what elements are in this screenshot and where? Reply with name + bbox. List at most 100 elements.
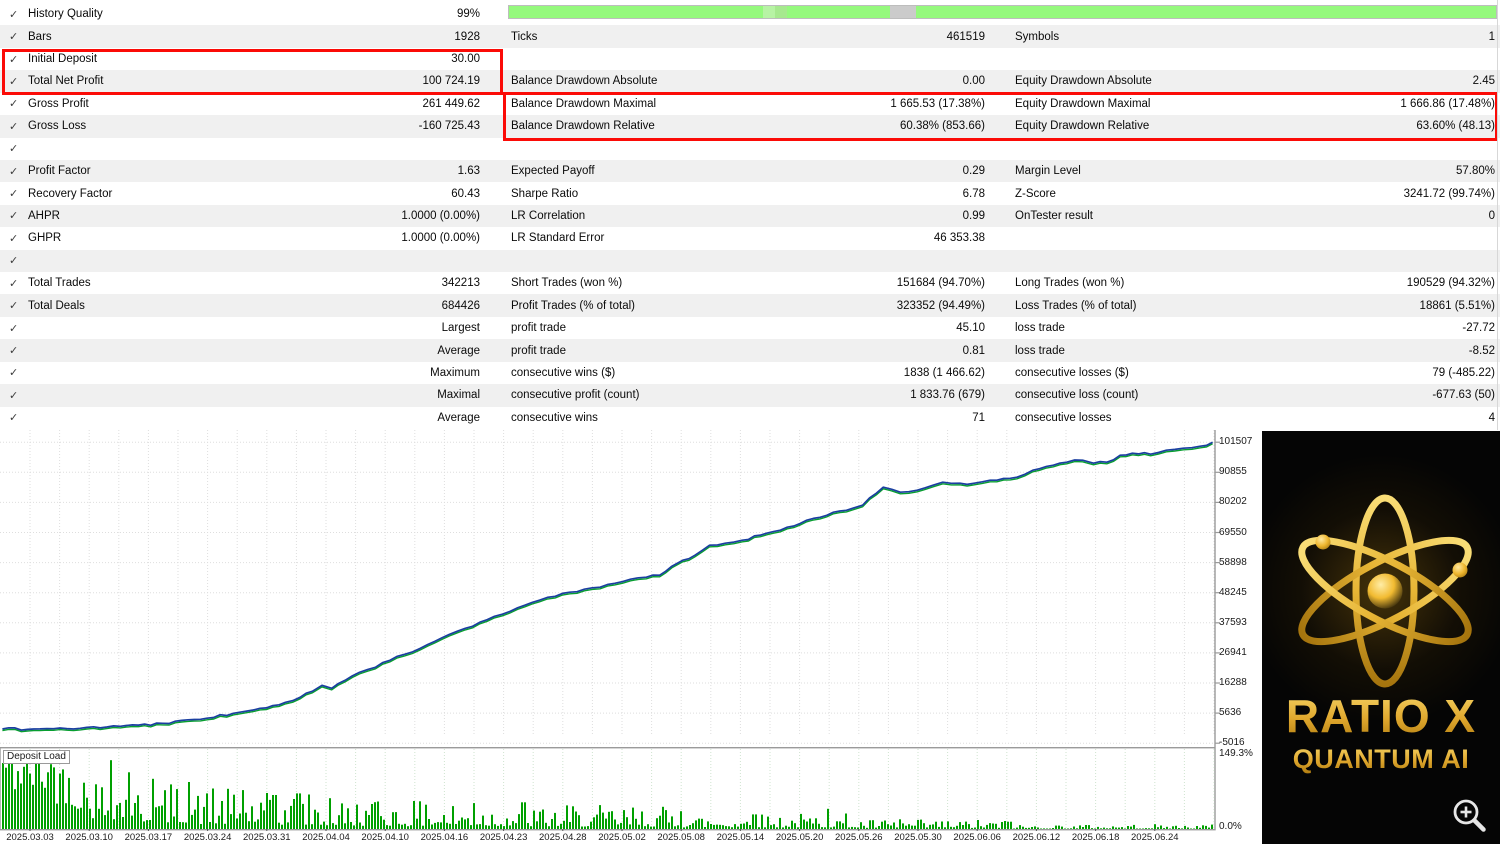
- deposit-load-bar: [818, 824, 820, 829]
- deposit-load-bar: [1172, 826, 1174, 829]
- stat-label: OnTester result: [1015, 205, 1093, 227]
- deposit-load-bar: [665, 810, 667, 829]
- deposit-load-bar: [242, 790, 244, 829]
- deposit-load-bar: [977, 820, 979, 829]
- deposit-load-bar: [89, 809, 91, 829]
- row-checkbox[interactable]: ✓: [9, 407, 18, 429]
- deposit-load-bar: [98, 809, 100, 829]
- deposit-load-bar: [746, 822, 748, 829]
- deposit-load-bar: [806, 822, 808, 830]
- deposit-load-bar: [1076, 828, 1078, 829]
- deposit-load-bar: [485, 825, 487, 829]
- deposit-load-bar: [617, 824, 619, 829]
- row-checkbox[interactable]: ✓: [9, 317, 18, 339]
- row-checkbox[interactable]: ✓: [9, 182, 18, 204]
- deposit-load-bar: [824, 827, 826, 829]
- deposit-load-bar: [809, 819, 811, 830]
- deposit-load-bar: [632, 808, 634, 829]
- deposit-load-bar: [215, 823, 217, 829]
- progress-segment: [916, 6, 1496, 18]
- row-checkbox[interactable]: ✓: [9, 227, 18, 249]
- row-checkbox[interactable]: ✓: [9, 138, 18, 160]
- row-checkbox[interactable]: ✓: [9, 115, 18, 137]
- deposit-load-bar: [515, 823, 517, 829]
- deposit-load-bar: [467, 818, 469, 829]
- chart-date-label: 2025.06.12: [1013, 832, 1061, 843]
- deposit-max-label: 149.3%: [1219, 748, 1253, 759]
- deposit-load-bar: [926, 827, 928, 829]
- stat-label: loss trade: [1015, 317, 1065, 339]
- row-checkbox[interactable]: ✓: [9, 160, 18, 182]
- row-checkbox[interactable]: ✓: [9, 250, 18, 272]
- atom-logo: RATIO X QUANTUM AI: [1262, 431, 1500, 844]
- deposit-load-bar: [575, 812, 577, 830]
- deposit-load-bar: [554, 813, 556, 829]
- deposit-load-bar: [53, 767, 55, 829]
- deposit-load-bar: [1106, 828, 1108, 829]
- deposit-load-panel: [0, 747, 1262, 831]
- stats-row: ✓Bars1928Ticks461519Symbols1: [0, 25, 1500, 47]
- stat-label: Expected Payoff: [511, 160, 595, 182]
- row-checkbox[interactable]: ✓: [9, 3, 18, 25]
- logo-title: RATIO X: [1286, 690, 1476, 742]
- deposit-load-bar: [92, 818, 94, 829]
- row-checkbox[interactable]: ✓: [9, 25, 18, 47]
- deposit-load-bar: [1193, 829, 1195, 830]
- deposit-load-bar: [83, 783, 85, 829]
- zoom-in-icon[interactable]: [1455, 801, 1484, 830]
- row-checkbox[interactable]: ✓: [9, 294, 18, 316]
- row-checkbox[interactable]: ✓: [9, 70, 18, 92]
- deposit-load-bar: [428, 819, 430, 829]
- deposit-load-bar: [749, 825, 751, 829]
- deposit-load-bar: [458, 821, 460, 829]
- deposit-load-bar: [1187, 828, 1189, 830]
- deposit-load-bar: [890, 826, 892, 830]
- deposit-load-bar: [239, 814, 241, 830]
- row-checkbox[interactable]: ✓: [9, 205, 18, 227]
- deposit-load-bar: [524, 802, 526, 829]
- deposit-load-bar: [785, 826, 787, 829]
- row-checkbox[interactable]: ✓: [9, 93, 18, 115]
- stats-row: ✓Largestprofit trade45.10loss trade-27.7…: [0, 317, 1500, 339]
- deposit-load-bar: [863, 826, 865, 829]
- stats-table: ✓History Quality99%✓Bars1928Ticks461519S…: [0, 0, 1500, 430]
- balance-chart-canvas: [0, 430, 1262, 747]
- deposit-load-bar: [857, 828, 859, 830]
- stat-label: Profit Trades (% of total): [511, 294, 635, 316]
- deposit-load-bar: [146, 820, 148, 829]
- stat-label: Balance Drawdown Maximal: [511, 93, 656, 115]
- deposit-load-bar: [35, 757, 37, 830]
- stats-row: ✓: [0, 138, 1500, 160]
- row-checkbox[interactable]: ✓: [9, 272, 18, 294]
- deposit-load-bar: [1043, 828, 1045, 829]
- deposit-load-bar: [1082, 827, 1084, 829]
- deposit-load-bar: [998, 828, 1000, 829]
- deposit-load-bar: [170, 784, 172, 829]
- row-checkbox[interactable]: ✓: [9, 384, 18, 406]
- deposit-load-bar: [344, 823, 346, 829]
- deposit-load-bar: [1178, 828, 1180, 829]
- deposit-load-bar: [875, 828, 877, 829]
- deposit-load-bar: [830, 827, 832, 829]
- deposit-load-bar: [1208, 828, 1210, 829]
- deposit-load-bar: [566, 805, 568, 829]
- deposit-load-bar: [455, 824, 457, 829]
- logo-subtitle: QUANTUM AI: [1293, 744, 1469, 774]
- stat-label: LR Correlation: [511, 205, 585, 227]
- row-checkbox[interactable]: ✓: [9, 362, 18, 384]
- deposit-load-bar: [263, 810, 265, 829]
- deposit-load-bar: [1094, 829, 1096, 830]
- deposit-load-bar: [533, 811, 535, 829]
- deposit-load-bar: [839, 821, 841, 829]
- row-checkbox[interactable]: ✓: [9, 339, 18, 361]
- deposit-load-bar: [326, 825, 328, 829]
- deposit-load-bar: [743, 824, 745, 830]
- mt5-backtest-report: { "icons": { "check": "✓", "zoom_in": "m…: [0, 0, 1500, 844]
- deposit-load-bar: [131, 816, 133, 829]
- deposit-load-bar: [287, 822, 289, 829]
- deposit-load-bar: [1202, 825, 1204, 829]
- row-checkbox[interactable]: ✓: [9, 48, 18, 70]
- deposit-load-bar: [62, 769, 64, 829]
- deposit-load-bar: [308, 795, 310, 830]
- deposit-load-bar: [539, 812, 541, 829]
